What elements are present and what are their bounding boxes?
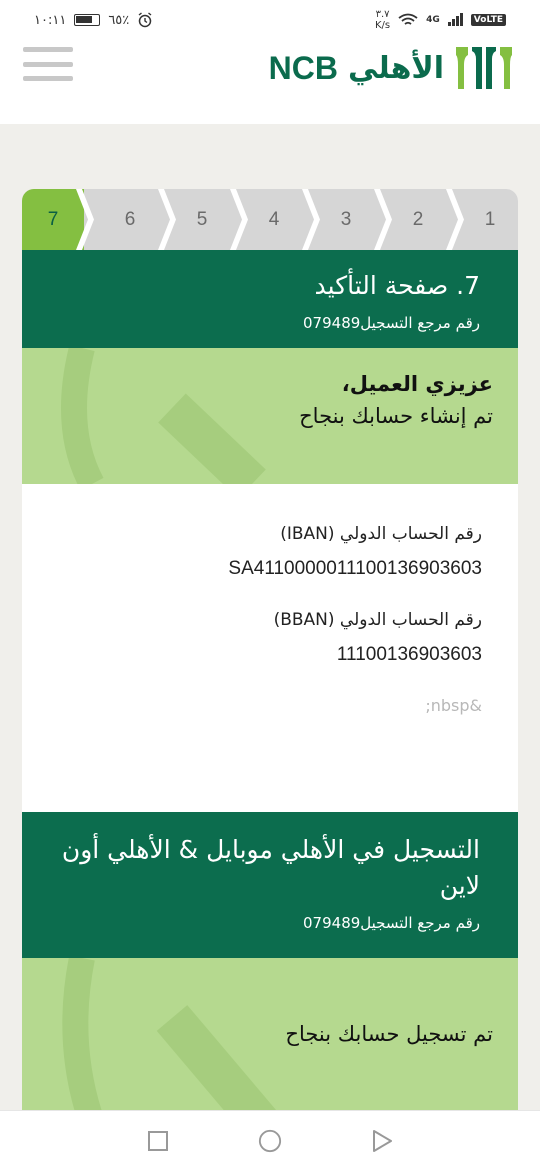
mobile-reference-label: رقم مرجع التسجيل [360, 914, 480, 932]
iban-label: رقم الحساب الدولي (IBAN) [280, 524, 482, 544]
status-right: ٣.٧ K/s 4G VoLTE [375, 9, 506, 31]
mobile-reference-value: 079489 [303, 914, 361, 932]
step-indicator: 7654321 [22, 189, 518, 250]
mobile-success-message: تم تسجيل حسابك بنجاح [285, 1022, 493, 1046]
home-icon[interactable] [258, 1129, 282, 1153]
alarm-icon [138, 12, 152, 28]
mobile-registration-header: التسجيل في الأهلي موبايل & الأهلي أون لا… [22, 812, 518, 958]
step-separator-icon [76, 189, 94, 250]
confirmation-title: 7. صفحة التأكيد [314, 271, 480, 300]
clock: ١٠:١١ [34, 12, 67, 28]
network-speed: ٣.٧ K/s [375, 9, 391, 31]
mobile-reference-line: رقم مرجع التسجيل079489 [22, 904, 518, 948]
volte-badge: VoLTE [470, 14, 506, 26]
step-1[interactable]: 1 [454, 189, 518, 250]
success-message: تم إنشاء حسابك بنجاح [299, 404, 493, 428]
recent-apps-icon[interactable] [146, 1129, 170, 1153]
logo-text-en: NCB [268, 49, 338, 86]
status-bar: ١٠:١١ ٦٥٪ ٣.٧ K/s 4G VoLTE [0, 0, 540, 40]
mobile-registration-title: التسجيل في الأهلي موبايل & الأهلي أون لا… [61, 835, 480, 900]
iban-value: SA4110000011100136903603 [228, 558, 482, 579]
signal-icon [447, 13, 463, 26]
menu-icon[interactable] [23, 47, 73, 81]
battery-percent: ٦٥٪ [108, 12, 130, 28]
bban-value: 11100136903603 [336, 644, 482, 665]
confirmation-header: 7. صفحة التأكيد رقم مرجع التسجيل079489 [22, 250, 518, 348]
battery-icon [74, 14, 101, 26]
logo-text-ar: الأهلي [347, 50, 444, 86]
ncb-logo[interactable]: NCB الأهلي [269, 42, 514, 94]
bban-label: رقم الحساب الدولي (BBAN) [273, 610, 482, 630]
greeting-text: عزيزي العميل، تم إنشاء حسابك بنجاح [22, 348, 518, 432]
placeholder-text: &nbsp; [425, 696, 482, 715]
registration-card: 7654321 7. صفحة التأكيد رقم مرجع التسجيل… [22, 189, 518, 1110]
mobile-success-box: تم تسجيل حسابك بنجاح [22, 958, 518, 1110]
reference-label: رقم مرجع التسجيل [360, 314, 480, 332]
account-info: رقم الحساب الدولي (IBAN) SA4110000011100… [22, 484, 518, 812]
greeting-title: عزيزي العميل، [341, 372, 493, 396]
network-type: 4G [426, 15, 440, 25]
ncb-emblem-icon [456, 47, 512, 89]
reference-line: رقم مرجع التسجيل079489 [22, 304, 518, 348]
system-navigation-bar [0, 1110, 540, 1170]
back-icon[interactable] [370, 1129, 394, 1153]
greeting-box: عزيزي العميل، تم إنشاء حسابك بنجاح [22, 348, 518, 484]
app-header: NCB الأهلي [0, 40, 540, 124]
reference-value: 079489 [303, 314, 361, 332]
status-left: ١٠:١١ ٦٥٪ [34, 12, 153, 28]
wifi-icon [398, 13, 418, 25]
